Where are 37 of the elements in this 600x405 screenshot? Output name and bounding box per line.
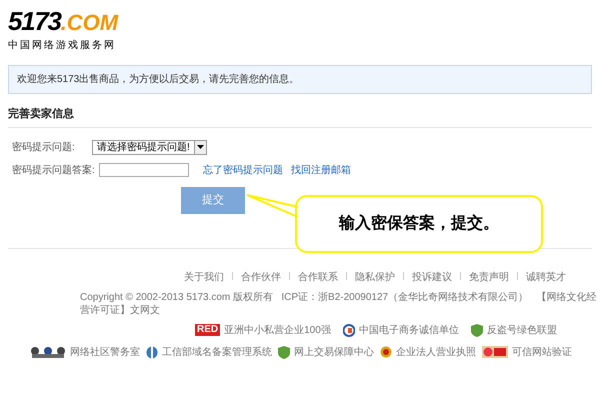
emblem-icon — [380, 346, 392, 358]
certification-link[interactable]: 可信网站验证 — [512, 344, 572, 360]
submit-button[interactable]: 提交 — [181, 186, 245, 214]
form-link[interactable]: 忘了密码提示问题 — [202, 162, 283, 178]
form-link[interactable]: 找回注册邮箱 — [290, 162, 351, 178]
footer-link[interactable]: 诚聘英才 — [526, 270, 566, 284]
certification-link[interactable]: 反盗号绿色联盟 — [486, 322, 557, 338]
certification-link[interactable]: 网络社区警务室 — [70, 344, 140, 360]
answer-field[interactable] — [98, 163, 189, 177]
copyright-text: Copyright © 2002-2013 5173.com 版权所有 ICP证：浙B2-20090127（金华比奇网络技术有限公司） 【网络文化经营许可证】文网文 — [80, 290, 598, 316]
notice-banner: 欢迎您来5173出售商品，为方便以后交易，请先完善您的信息。 — [8, 65, 592, 94]
certification-link[interactable]: 工信部域名备案管理系统 — [162, 344, 272, 360]
footer-link[interactable]: 关于我们 — [184, 270, 224, 284]
section-title: 完善卖家信息 — [8, 106, 592, 128]
caret-icon — [194, 140, 206, 154]
logo[interactable]: 5173.COM — [8, 8, 138, 34]
police-figures-icon — [30, 346, 66, 358]
certification-link[interactable]: 企业法人营业执照 — [396, 344, 476, 360]
shield-icon — [470, 324, 483, 336]
certification-link[interactable]: 中国电子商务诚信单位 — [358, 322, 459, 338]
trust-badge-icon — [482, 346, 508, 358]
certification-link[interactable]: 亚洲中小私营企业100强 — [224, 322, 331, 338]
footer-link[interactable]: 投诉建议 — [412, 270, 452, 284]
field-label: 密码提示问题: — [12, 140, 76, 154]
footer-link[interactable]: 隐私保护 — [355, 270, 395, 284]
footer-link[interactable]: 免责声明 — [469, 270, 509, 284]
question-select[interactable]: 请选择密码提示问题! — [92, 140, 207, 154]
certification-link[interactable]: 网上交易保障中心 — [294, 344, 374, 360]
field-label: 密码提示问题答案: — [12, 164, 95, 178]
footer-link[interactable]: 合作伙伴 — [241, 270, 281, 284]
callout-text: 输入密保答案，提交。 — [339, 213, 499, 234]
award-badge: RED — [195, 324, 220, 336]
globe-icon — [146, 346, 158, 358]
logo-tagline: 中国网络游戏服务网 — [8, 38, 117, 53]
footer-link[interactable]: 合作联系 — [298, 270, 338, 284]
shield-icon — [278, 346, 290, 358]
c-logo-icon — [342, 324, 355, 336]
